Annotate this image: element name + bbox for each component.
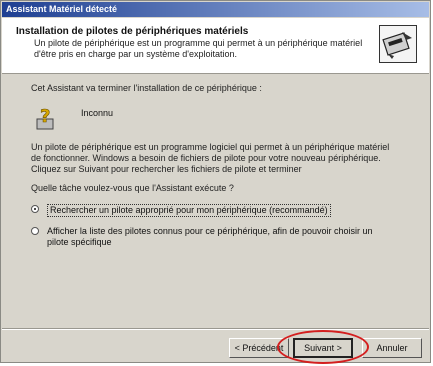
device-row: ? Inconnu: [31, 105, 231, 135]
unknown-device-icon: ?: [35, 105, 59, 131]
radio-button[interactable]: [31, 227, 39, 235]
wizard-window: Assistant Matériel détecté Installation …: [0, 0, 431, 364]
cancel-button[interactable]: Annuler: [362, 338, 422, 358]
title-bar[interactable]: Assistant Matériel détecté: [2, 2, 429, 17]
button-divider: [2, 328, 429, 330]
svg-text:?: ?: [40, 106, 50, 127]
device-name: Inconnu: [81, 108, 114, 118]
task-question: Quelle tâche voulez-vous que l'Assistant…: [31, 183, 234, 193]
header-title: Installation de pilotes de périphériques…: [16, 26, 249, 37]
radio-button-selected[interactable]: [31, 205, 39, 213]
intro-text: Cet Assistant va terminer l'installation…: [31, 83, 262, 93]
wizard-content: Cet Assistant va terminer l'installation…: [31, 83, 411, 247]
wizard-header: Installation de pilotes de périphériques…: [2, 18, 429, 74]
header-subtitle: Un pilote de périphérique est un program…: [34, 38, 363, 59]
option-search-driver-label[interactable]: Rechercher un pilote approprié pour mon …: [47, 204, 331, 217]
back-button[interactable]: < Précédent: [229, 338, 289, 358]
window-title: Assistant Matériel détecté: [6, 4, 118, 14]
hardware-wizard-icon: [379, 25, 417, 63]
next-button[interactable]: Suivant >: [293, 338, 353, 358]
option-list-drivers-label[interactable]: Afficher la liste des pilotes connus pou…: [47, 226, 377, 248]
driver-description: Un pilote de périphérique est un program…: [31, 142, 390, 174]
